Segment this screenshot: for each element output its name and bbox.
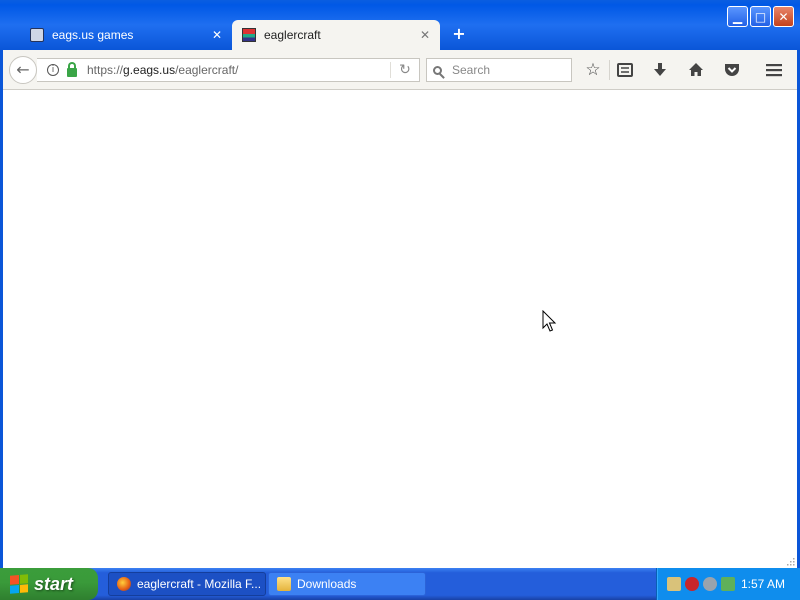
url-path: /eaglercraft/	[175, 63, 239, 77]
search-icon	[433, 65, 442, 75]
back-button[interactable]: ←	[9, 56, 37, 84]
taskbar-item-downloads[interactable]: Downloads	[268, 572, 426, 596]
network-tray-icon[interactable]	[667, 577, 681, 591]
reload-icon[interactable]: ↻	[390, 62, 419, 78]
minimize-button[interactable]: ▁	[727, 6, 748, 27]
tab-close-icon[interactable]: ✕	[416, 28, 434, 42]
system-tray: 1:57 AM	[656, 568, 800, 600]
tab-title: eags.us games	[52, 28, 134, 42]
downloads-icon[interactable]	[649, 59, 671, 81]
tab-eags-games[interactable]: eags.us games ✕	[20, 20, 232, 50]
bookmark-star-icon[interactable]: ☆	[582, 59, 604, 81]
mouse-cursor-icon	[542, 310, 557, 332]
window-controls: ▁ □ ✕	[727, 6, 794, 27]
page-content[interactable]	[3, 90, 797, 568]
site-favicon-icon	[30, 28, 44, 42]
toolbar-separator	[609, 60, 610, 80]
tab-title: eaglercraft	[264, 28, 321, 42]
menu-icon[interactable]	[763, 59, 785, 81]
start-label: start	[34, 573, 74, 594]
url-prefix: https://	[87, 63, 124, 77]
taskbar: start eaglercraft - Mozilla F... Downloa…	[0, 568, 800, 600]
taskbar-item-firefox[interactable]: eaglercraft - Mozilla F...	[108, 572, 266, 596]
reading-list-icon[interactable]	[614, 59, 636, 81]
taskbar-item-label: Downloads	[297, 577, 357, 591]
start-button[interactable]: start	[0, 568, 98, 600]
taskbar-item-label: eaglercraft - Mozilla F...	[137, 577, 262, 591]
resize-grip-icon[interactable]	[785, 556, 795, 566]
home-icon[interactable]	[685, 59, 707, 81]
new-tab-button[interactable]: +	[450, 25, 468, 43]
lock-icon[interactable]	[67, 61, 77, 77]
security-shield-icon[interactable]	[685, 577, 699, 591]
windows-logo-icon	[10, 574, 28, 594]
maximize-button[interactable]: □	[750, 6, 771, 27]
firefox-icon	[117, 577, 131, 591]
close-window-button[interactable]: ✕	[773, 6, 794, 27]
search-input[interactable]: Search	[426, 58, 572, 82]
search-placeholder: Search	[452, 63, 491, 77]
clock[interactable]: 1:57 AM	[741, 577, 785, 591]
eaglercraft-favicon-icon	[242, 28, 256, 42]
url-bar[interactable]: i https://g.eags.us/eaglercraft/ ↻	[37, 58, 420, 82]
tab-close-icon[interactable]: ✕	[208, 28, 226, 42]
speaker-tray-icon[interactable]	[703, 577, 717, 591]
window-titlebar[interactable]: ▁ □ ✕ eags.us games ✕ eaglercraft ✕ +	[0, 0, 800, 50]
navigation-toolbar: ← i https://g.eags.us/eaglercraft/ ↻ Sea…	[3, 50, 797, 90]
tab-eaglercraft[interactable]: eaglercraft ✕	[232, 20, 440, 50]
url-text[interactable]: https://g.eags.us/eaglercraft/	[87, 63, 390, 77]
pocket-icon[interactable]	[721, 59, 743, 81]
safely-remove-tray-icon[interactable]	[721, 577, 735, 591]
url-domain: g.eags.us	[123, 63, 176, 77]
folder-icon	[277, 577, 291, 591]
info-icon[interactable]: i	[47, 64, 59, 76]
